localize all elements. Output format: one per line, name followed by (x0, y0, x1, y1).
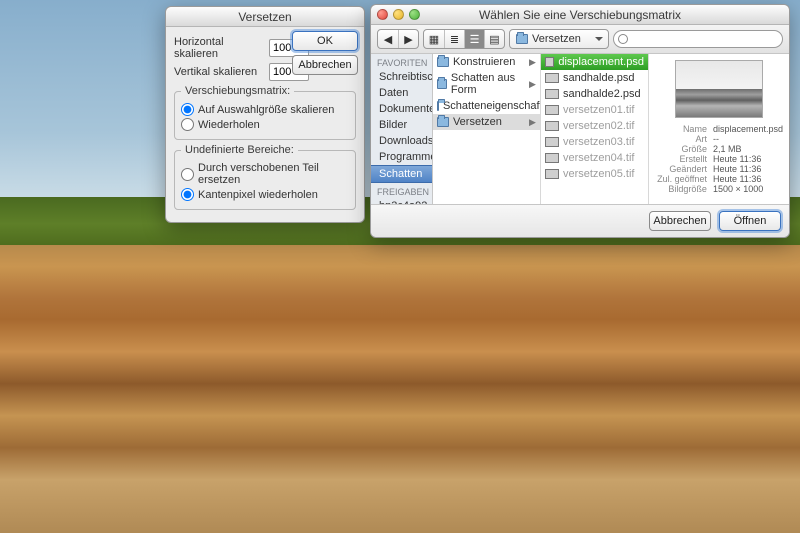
displace-dialog: Versetzen OK Abbrechen Horizontal skalie… (165, 6, 365, 223)
back-icon[interactable]: ◀ (378, 30, 398, 48)
ok-button[interactable]: OK (292, 31, 358, 51)
view-coverflow-icon[interactable]: ▤ (484, 30, 504, 48)
displace-title: Versetzen (238, 10, 291, 24)
forward-icon[interactable]: ▶ (398, 30, 418, 48)
sidebar-item[interactable]: Programme (371, 149, 432, 165)
hscale-label: Horizontal skalieren (174, 36, 269, 60)
list-item[interactable]: Schatteneigenschaften▶ (433, 98, 540, 114)
list-item-disabled: versetzen03.tif (541, 134, 648, 150)
file-icon (545, 137, 559, 147)
folder-icon (437, 101, 439, 111)
radio-repeat-input[interactable] (181, 118, 194, 131)
matrix-legend: Verschiebungsmatrix: (181, 85, 294, 97)
open-footer: Abbrechen Öffnen (371, 204, 789, 237)
column-browser: FAVORITEN Schreibtisch Daten Dokumente B… (371, 54, 789, 204)
file-icon (545, 121, 559, 131)
list-item-selected[interactable]: Versetzen▶ (433, 114, 540, 130)
list-item-highlight[interactable]: displacement.psd (541, 54, 648, 70)
open-titlebar[interactable]: Wählen Sie eine Verschiebungsmatrix (371, 5, 789, 25)
sidebar: FAVORITEN Schreibtisch Daten Dokumente B… (371, 54, 433, 204)
sidebar-item[interactable]: Bilder (371, 117, 432, 133)
list-item[interactable]: Konstruieren▶ (433, 54, 540, 70)
sidebar-item[interactable]: Schreibtisch (371, 69, 432, 85)
list-item[interactable]: sandhalde2.psd (541, 86, 648, 102)
matrix-group: Verschiebungsmatrix: Auf Auswahlgröße sk… (174, 85, 356, 140)
list-item[interactable]: Schatten aus Form▶ (433, 70, 540, 98)
list-item-disabled: versetzen02.tif (541, 118, 648, 134)
view-mode-segment[interactable]: ▦ ≣ ☰ ▤ (423, 29, 505, 49)
radio-wrap[interactable]: Durch verschobenen Teil ersetzen (181, 162, 349, 186)
displace-titlebar[interactable]: Versetzen (166, 7, 364, 27)
list-item[interactable]: sandhalde.psd (541, 70, 648, 86)
psd-icon (545, 89, 559, 99)
folder-icon (516, 34, 528, 44)
open-cancel-button[interactable]: Abbrechen (649, 211, 711, 231)
preview-metadata: Namedisplacement.psd Art-- Größe2,1 MB E… (655, 124, 783, 194)
minimize-icon[interactable] (393, 9, 404, 20)
list-item-disabled: versetzen01.tif (541, 102, 648, 118)
list-item-disabled: versetzen05.tif (541, 166, 648, 182)
radio-edge-input[interactable] (181, 188, 194, 201)
column-2: displacement.psd sandhalde.psd sandhalde… (541, 54, 649, 204)
file-icon (545, 169, 559, 179)
undefined-group: Undefinierte Bereiche: Durch verschobene… (174, 144, 356, 210)
sidebar-head-shares: FREIGABEN (371, 183, 432, 198)
path-dropdown[interactable]: Versetzen (509, 29, 609, 49)
search-input[interactable] (613, 30, 783, 48)
file-icon (545, 153, 559, 163)
folder-icon (437, 117, 449, 127)
open-confirm-button[interactable]: Öffnen (719, 211, 781, 231)
view-list-icon[interactable]: ≣ (444, 30, 464, 48)
psd-icon (545, 73, 559, 83)
preview-thumbnail (675, 60, 763, 118)
folder-icon (437, 57, 449, 67)
psd-icon (545, 57, 554, 67)
sidebar-item-selected[interactable]: Schatten (371, 165, 432, 183)
column-1: Konstruieren▶ Schatten aus Form▶ Schatte… (433, 54, 541, 204)
sidebar-item[interactable]: Dokumente (371, 101, 432, 117)
close-icon[interactable] (377, 9, 388, 20)
zoom-icon[interactable] (409, 9, 420, 20)
radio-scale-to-fit[interactable]: Auf Auswahlgröße skalieren (181, 103, 349, 116)
view-icon-grid[interactable]: ▦ (424, 30, 444, 48)
chevron-right-icon: ▶ (529, 79, 536, 90)
sidebar-head-favorites: FAVORITEN (371, 54, 432, 69)
view-columns-icon[interactable]: ☰ (464, 30, 484, 48)
folder-icon (437, 79, 447, 89)
open-dialog: Wählen Sie eine Verschiebungsmatrix ◀ ▶ … (370, 4, 790, 238)
chevron-right-icon: ▶ (529, 57, 536, 68)
chevron-right-icon: ▶ (529, 117, 536, 128)
file-icon (545, 105, 559, 115)
radio-wrap-input[interactable] (181, 168, 194, 181)
undefined-legend: Undefinierte Bereiche: (181, 144, 298, 156)
cancel-button[interactable]: Abbrechen (292, 55, 358, 75)
vscale-label: Vertikal skalieren (174, 66, 269, 78)
preview-pane: Namedisplacement.psd Art-- Größe2,1 MB E… (649, 54, 789, 204)
nav-back-forward[interactable]: ◀ ▶ (377, 29, 419, 49)
radio-scale-to-fit-input[interactable] (181, 103, 194, 116)
radio-edge[interactable]: Kantenpixel wiederholen (181, 188, 349, 201)
open-toolbar: ◀ ▶ ▦ ≣ ☰ ▤ Versetzen (371, 25, 789, 54)
sidebar-item[interactable]: Downloads (371, 133, 432, 149)
sidebar-item[interactable]: Daten (371, 85, 432, 101)
open-title: Wählen Sie eine Verschiebungsmatrix (479, 8, 681, 22)
list-item-disabled: versetzen04.tif (541, 150, 648, 166)
path-folder-label: Versetzen (532, 33, 581, 45)
sidebar-item[interactable]: hp3c4a92… (371, 198, 432, 204)
radio-repeat[interactable]: Wiederholen (181, 118, 349, 131)
